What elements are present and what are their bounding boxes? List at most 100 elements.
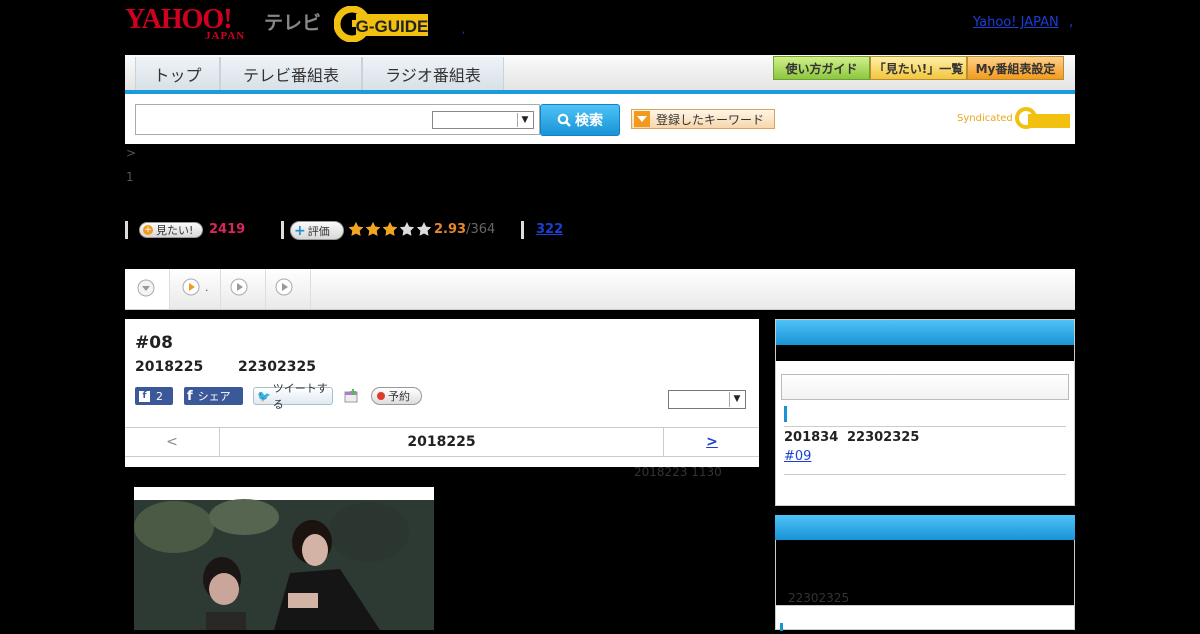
gguide-small-logo — [1014, 107, 1070, 129]
my-guide-settings-button[interactable]: My番組表設定 — [967, 56, 1064, 80]
play-icon — [230, 278, 248, 296]
rating-score: 2.93/364 — [434, 222, 495, 237]
review-count-link[interactable]: 322 — [536, 222, 563, 237]
play-icon — [182, 278, 200, 296]
mitai-list-label: 「見たい!」一覧 — [873, 61, 964, 76]
mitai-button[interactable]: + 見たい! — [139, 222, 203, 238]
episode-title: #08 — [135, 333, 173, 353]
chevron-down-icon: ▼ — [517, 113, 532, 127]
panel-subheader — [776, 345, 1074, 361]
divider — [784, 426, 1066, 427]
date-navigation: < 2018225 > — [125, 427, 759, 457]
chevron-down-icon: ▼ — [729, 392, 744, 407]
facebook-icon: f — [139, 390, 150, 402]
episode-time: 22302325 — [238, 359, 316, 375]
share-label: シェア — [197, 390, 231, 403]
rating-label: 評価 — [307, 224, 330, 238]
yahoo-japan-link[interactable]: Yahoo! JAPAN — [973, 15, 1059, 30]
tweet-button[interactable]: 🐦 ツイートする — [253, 382, 333, 411]
reserve-label: 予約 — [388, 390, 410, 403]
facebook-share-button[interactable]: f シェア — [184, 387, 243, 405]
panel-select-box[interactable] — [781, 374, 1069, 400]
add-to-calendar-button[interactable] — [343, 387, 361, 405]
divider — [784, 474, 1066, 475]
facebook-like-button[interactable]: f 2 — [135, 387, 173, 405]
stat-divider — [521, 221, 524, 239]
tab-reviews[interactable] — [266, 269, 311, 309]
related-time: 22302325 — [788, 591, 850, 605]
usage-guide-button[interactable]: 使い方ガイド — [773, 56, 870, 80]
content-tabs: . — [125, 269, 1075, 310]
rating-value: 2.93 — [434, 222, 467, 237]
prev-day-button[interactable]: < — [125, 428, 220, 456]
episode-select[interactable]: ▼ — [668, 390, 746, 409]
reserve-button[interactable]: 予約 — [371, 387, 422, 405]
tab-cast[interactable] — [221, 269, 266, 309]
syndicated-gguide-logo: Syndicated — [957, 106, 1072, 130]
plus-icon: + — [143, 225, 153, 235]
registered-keywords-button[interactable]: 登録したキーワード — [631, 109, 775, 129]
syndicated-label: Syndicated — [957, 113, 1013, 124]
rating-stars — [348, 221, 432, 243]
facebook-icon: f — [187, 388, 193, 404]
usage-guide-label: 使い方ガイド — [785, 61, 858, 76]
episode-count: 1 — [126, 170, 134, 184]
panel-footer — [775, 605, 1075, 631]
yahoo-japan-logo[interactable]: YAHOO! JAPAN — [125, 6, 261, 43]
episode-photo — [134, 499, 434, 630]
rating-total: /364 — [466, 222, 496, 237]
tv-label: テレビ — [264, 12, 322, 34]
main-nav: トップ テレビ番組表 ラジオ番組表 使い方ガイド 「見たい!」一覧 My番組表設… — [125, 55, 1075, 94]
breadcrumb[interactable]: > — [126, 146, 136, 160]
stat-divider — [125, 221, 128, 239]
plus-icon: + — [294, 222, 306, 239]
mitai-count: 2419 — [209, 222, 246, 237]
nav-tab-top[interactable]: トップ — [135, 57, 220, 90]
rating-button[interactable]: + 評価 — [290, 221, 344, 240]
next-day-button[interactable]: > — [663, 428, 760, 456]
registered-keywords-label: 登録したキーワード — [656, 112, 765, 127]
nav-tab-radio-guide[interactable]: ラジオ番組表 — [362, 57, 504, 90]
search-button[interactable]: 検索 — [540, 104, 620, 136]
next-broadcast-date: 201834 — [784, 430, 839, 445]
next-broadcast-panel: 201834 22302325 #09 — [775, 319, 1075, 506]
twitter-icon: 🐦 — [257, 389, 271, 403]
nav-tab-label: テレビ番組表 — [242, 65, 339, 85]
tab-label: . — [205, 281, 209, 294]
panel-header — [775, 515, 1075, 540]
mitai-list-button[interactable]: 「見たい!」一覧 — [870, 56, 967, 80]
tab-episodes[interactable]: . — [170, 269, 221, 309]
header-comma: , — [1069, 15, 1074, 30]
next-broadcast-time: 22302325 — [847, 430, 920, 445]
current-date: 2018225 — [407, 434, 476, 450]
episode-card: #08 2018225 22302325 f 2 f シェア 🐦 ツイートする … — [125, 319, 759, 467]
search-category-select[interactable]: ▼ — [432, 111, 534, 129]
search-button-label: 検索 — [575, 113, 603, 129]
search-icon — [557, 113, 571, 127]
updated-timestamp: 2018223 1130 — [634, 465, 722, 479]
star-icon — [348, 222, 432, 236]
section-marker — [784, 406, 787, 422]
stat-divider — [281, 221, 284, 239]
episode-image — [134, 487, 434, 630]
panel-header — [776, 320, 1074, 345]
gguide-logo[interactable]: G-GUIDE — [333, 5, 434, 43]
japan-logo-text: JAPAN — [205, 30, 246, 42]
dropdown-arrow-icon — [634, 111, 650, 127]
nav-tab-tv-guide[interactable]: テレビ番組表 — [220, 57, 362, 90]
next-episode-link[interactable]: #09 — [784, 449, 811, 464]
search-bar: ▼ 検索 登録したキーワード Syndicated — [125, 94, 1075, 144]
nav-tab-label: ラジオ番組表 — [385, 65, 481, 85]
nav-tab-label: トップ — [153, 65, 202, 85]
like-count: 2 — [156, 389, 163, 403]
calendar-plus-icon — [344, 389, 358, 403]
tab-overview[interactable] — [125, 269, 170, 309]
mitai-label: 見たい! — [156, 224, 194, 237]
tweet-label: ツイートする — [272, 382, 328, 411]
related-panel: 22302325 — [775, 515, 1075, 631]
my-guide-settings-label: My番組表設定 — [975, 61, 1056, 76]
header-dot: , — [462, 25, 466, 36]
play-icon — [275, 278, 293, 296]
gguide-logo-text: G-GUIDE — [356, 17, 429, 36]
chevron-down-icon — [137, 279, 155, 297]
